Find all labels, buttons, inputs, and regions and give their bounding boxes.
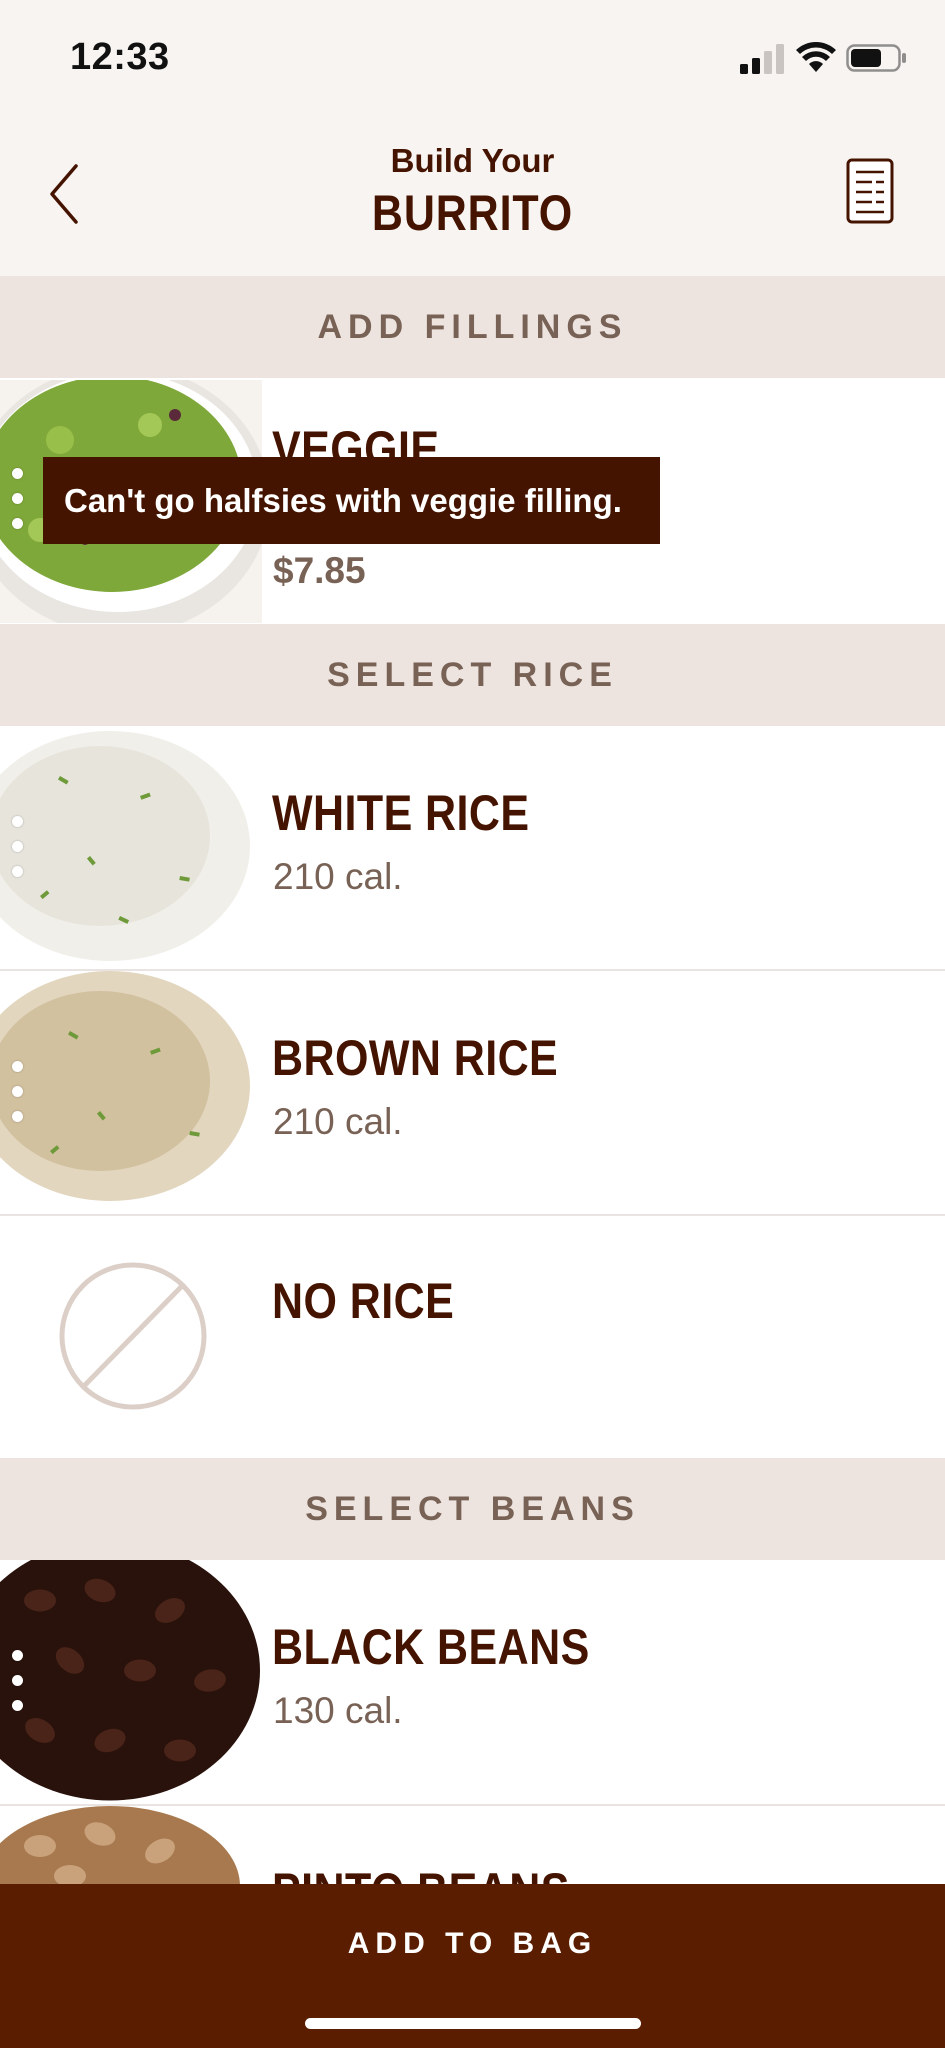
black-beans-image xyxy=(0,1560,262,1804)
item-name: BROWN RICE xyxy=(272,1030,559,1086)
item-name: BLACK BEANS xyxy=(272,1619,590,1675)
pinto-beans-image xyxy=(0,1806,262,1886)
more-options-dots-icon[interactable] xyxy=(12,1061,24,1123)
beans-item-pinto[interactable]: PINTO BEANS xyxy=(0,1806,945,1886)
item-name: NO RICE xyxy=(272,1273,455,1329)
item-calories: 210 cal. xyxy=(273,856,403,897)
item-calories: 210 cal. xyxy=(273,1101,403,1142)
item-name: PINTO BEANS xyxy=(272,1862,570,1886)
battery-icon xyxy=(846,44,906,72)
more-options-dots-icon[interactable] xyxy=(12,816,24,878)
section-header-fillings: ADD FILLINGS xyxy=(0,276,945,378)
add-to-bag-label: ADD TO BAG xyxy=(347,1927,598,1960)
page-title: BURRITO xyxy=(371,185,574,241)
status-bar: 12:33 xyxy=(0,0,945,110)
rice-item-white[interactable]: WHITE RICE 210 cal. xyxy=(0,726,945,971)
beans-item-black[interactable]: BLACK BEANS 130 cal. xyxy=(0,1560,945,1806)
page-subtitle: Build Your xyxy=(390,142,555,179)
more-options-dots-icon[interactable] xyxy=(12,1650,24,1712)
brown-rice-image xyxy=(0,971,262,1214)
item-price: $7.85 xyxy=(273,550,366,591)
section-title: SELECT RICE xyxy=(327,655,618,694)
item-calories: 130 cal. xyxy=(273,1690,403,1731)
signal-icon xyxy=(740,44,784,74)
halfsies-tooltip: Can't go halfsies with veggie filling. xyxy=(43,457,660,544)
more-options-dots-icon[interactable] xyxy=(12,468,24,530)
white-rice-image xyxy=(0,726,262,969)
section-header-beans: SELECT BEANS xyxy=(0,1458,945,1560)
item-name: WHITE RICE xyxy=(272,785,530,841)
wifi-icon xyxy=(796,42,836,72)
section-header-rice: SELECT RICE xyxy=(0,624,945,726)
section-title: SELECT BEANS xyxy=(305,1489,640,1528)
rice-item-none[interactable]: NO RICE xyxy=(0,1216,945,1458)
tooltip-text: Can't go halfsies with veggie filling. xyxy=(64,481,622,519)
rice-item-brown[interactable]: BROWN RICE 210 cal. xyxy=(0,971,945,1216)
no-selection-icon xyxy=(59,1262,207,1410)
footer-bar: ADD TO BAG xyxy=(0,1884,945,2048)
add-to-bag-button[interactable]: ADD TO BAG xyxy=(0,1884,945,2004)
page-header: Build Your BURRITO xyxy=(0,110,945,276)
section-title: ADD FILLINGS xyxy=(317,307,628,346)
home-indicator[interactable] xyxy=(305,2018,641,2029)
menu-document-icon[interactable] xyxy=(846,158,894,224)
status-time: 12:33 xyxy=(70,36,170,78)
